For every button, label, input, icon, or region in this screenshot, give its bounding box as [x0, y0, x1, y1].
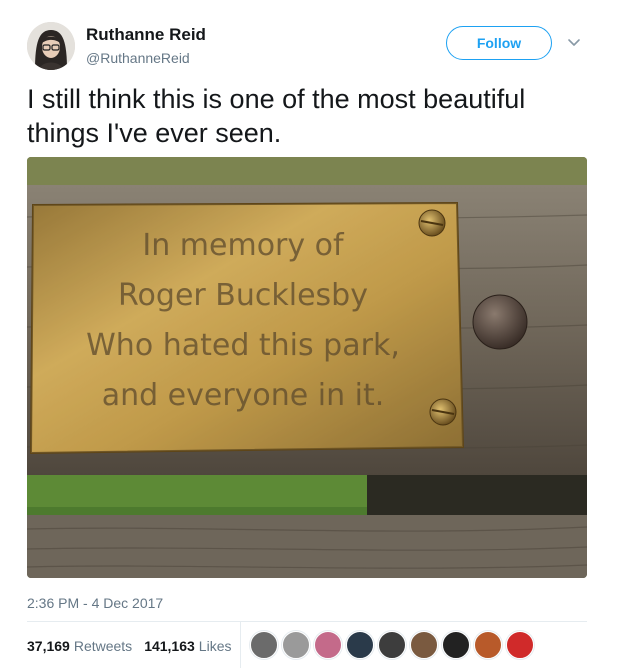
retweets-label[interactable]: Retweets: [74, 638, 132, 654]
divider-top: [27, 621, 587, 622]
author-handle[interactable]: @RuthanneReid: [86, 50, 190, 66]
author-display-name[interactable]: Ruthanne Reid: [86, 25, 206, 45]
liker-avatar[interactable]: [442, 631, 470, 659]
stats-separator: [240, 622, 241, 668]
liker-avatar[interactable]: [314, 631, 342, 659]
plaque-line-1: In memory of: [142, 228, 345, 263]
photo-bench-plaque: In memory of Roger Bucklesby Who hated t…: [27, 157, 587, 578]
liker-avatar[interactable]: [378, 631, 406, 659]
follow-button[interactable]: Follow: [446, 26, 552, 60]
plaque-line-3: Who hated this park,: [86, 328, 400, 363]
chevron-down-icon[interactable]: [566, 34, 582, 50]
plaque-line-2: Roger Bucklesby: [118, 278, 368, 313]
tweet-timestamp[interactable]: 2:36 PM - 4 Dec 2017: [27, 595, 163, 611]
liker-avatars: [250, 631, 538, 661]
tweet-text: I still think this is one of the most be…: [27, 84, 526, 148]
liker-avatar[interactable]: [474, 631, 502, 659]
avatar-image: [27, 22, 75, 70]
liker-avatar[interactable]: [250, 631, 278, 659]
liker-avatar[interactable]: [506, 631, 534, 659]
liker-avatar[interactable]: [410, 631, 438, 659]
liker-avatar[interactable]: [282, 631, 310, 659]
plaque-line-4: and everyone in it.: [102, 378, 385, 413]
avatar[interactable]: [27, 22, 75, 70]
retweets-count[interactable]: 37,169: [27, 638, 70, 654]
liker-avatar[interactable]: [346, 631, 374, 659]
likes-count[interactable]: 141,163: [144, 638, 195, 654]
tweet-stats: 37,169 Retweets 141,163 Likes: [27, 631, 243, 661]
likes-label[interactable]: Likes: [199, 638, 232, 654]
tweet-photo[interactable]: In memory of Roger Bucklesby Who hated t…: [27, 157, 587, 578]
